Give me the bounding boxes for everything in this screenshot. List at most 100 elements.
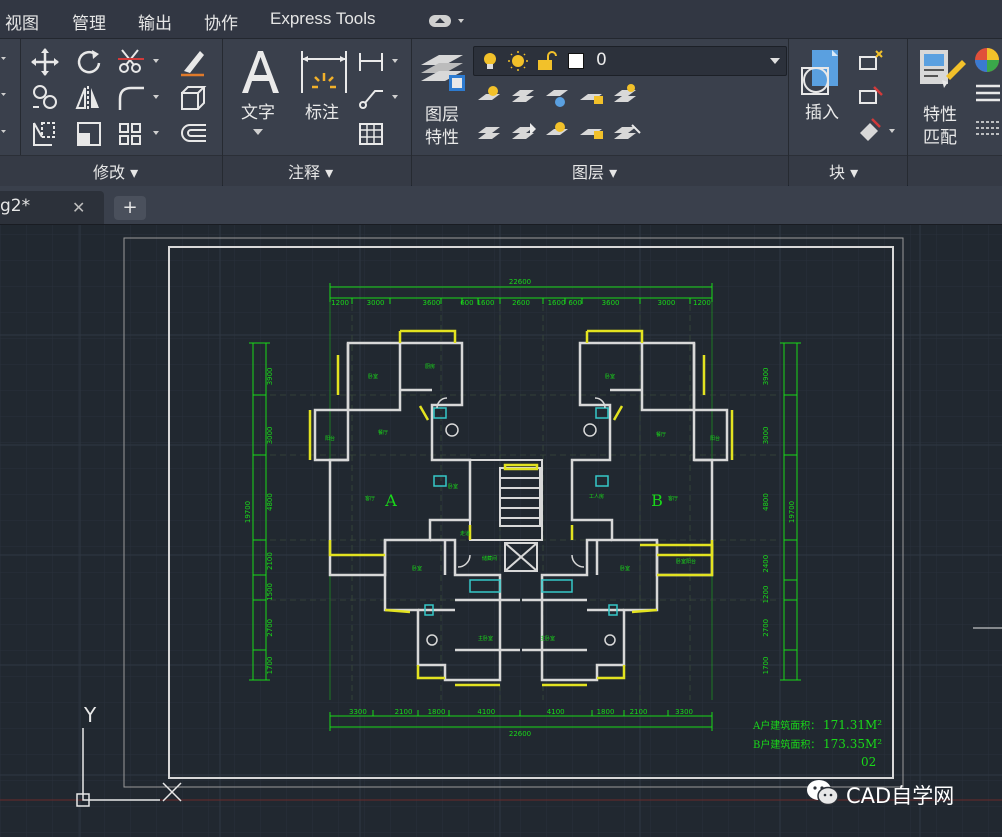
insert-block-icon[interactable] [798, 46, 850, 98]
menu-output[interactable]: 输出 [138, 9, 172, 34]
fillet-icon[interactable] [116, 83, 164, 113]
rightdims-label-0: 3900 [762, 367, 770, 385]
modify-panel-title[interactable]: 修改 ▾ [93, 159, 138, 185]
layers-panel-title[interactable]: 图层 ▾ [572, 159, 617, 185]
block-panel-title[interactable]: 块 ▾ [829, 159, 858, 185]
topdims-label-9: 3000 [657, 299, 675, 307]
leftdims-label-2: 4800 [266, 493, 274, 511]
scale-icon[interactable] [74, 119, 104, 149]
overall-width-top: 22600 [509, 278, 531, 286]
stretch-icon[interactable] [30, 119, 60, 149]
botdims-label-5: 1800 [597, 708, 615, 716]
offset-icon[interactable] [178, 119, 208, 149]
properties-tools-icons[interactable] [972, 46, 1002, 156]
rightdims-label-5: 2700 [762, 619, 770, 637]
rightdims-label-6: 1700 [762, 657, 770, 675]
document-tab-label[interactable]: g2* [0, 196, 30, 216]
svg-text:厨房: 厨房 [425, 363, 435, 370]
text-tool-label[interactable]: 文字 [241, 103, 275, 124]
rightdims-label-4: 1200 [762, 586, 770, 604]
array-icon[interactable] [116, 119, 164, 149]
unit-b-label: B [651, 491, 663, 510]
linear-dimension-icon[interactable] [357, 47, 403, 77]
rotate-icon[interactable] [74, 47, 104, 77]
topdims-label-3: 600 [460, 299, 473, 307]
svg-text:卧室: 卧室 [605, 373, 615, 380]
new-tab-button[interactable]: + [114, 196, 146, 220]
svg-text:卧室阳台: 卧室阳台 [676, 558, 696, 565]
layer-dropdown-arrow-icon[interactable] [769, 57, 781, 65]
sheet-number: 02 [861, 755, 876, 769]
3d-box-icon[interactable] [178, 83, 208, 113]
drawing-area: 卧室厨房 餐厅阳台 客厅卧室 主卧室卧室 走道储藏间 卧室餐厅 阳台客厅 卧室主… [0, 225, 1002, 837]
overall-height-right: 19700 [788, 501, 796, 523]
menu-manage[interactable]: 管理 [72, 9, 106, 34]
modify-overflow-icon [1, 57, 6, 133]
menu-collaborate[interactable]: 协作 [204, 9, 238, 34]
botdims-label-7: 3300 [675, 708, 693, 716]
overall-height-left: 19700 [244, 501, 252, 523]
svg-text:客厅: 客厅 [668, 495, 678, 502]
table-icon[interactable] [357, 119, 387, 149]
svg-text:卧室: 卧室 [368, 373, 378, 380]
watermark-text: CAD自学网 [846, 784, 955, 808]
layer-tools-row1-icons[interactable] [476, 84, 656, 112]
topdims-label-1: 3000 [367, 299, 385, 307]
area-b-value: 173.35M² [823, 737, 882, 751]
svg-text:餐厅: 餐厅 [378, 429, 388, 436]
botdims-label-3: 4100 [477, 708, 495, 716]
text-dropdown-icon[interactable] [252, 128, 264, 136]
svg-text:储藏间: 储藏间 [482, 555, 497, 562]
properties-panel-titlebar [908, 155, 1002, 186]
svg-text:主卧室: 主卧室 [478, 635, 493, 642]
svg-text:工人房: 工人房 [589, 493, 604, 500]
leftdims-label-6: 1700 [266, 657, 274, 675]
menu-view[interactable]: 视图 [5, 9, 39, 34]
layer-tools-row2-icons[interactable] [476, 119, 656, 147]
area-b-label: B户建筑面积： [753, 738, 820, 751]
leader-icon[interactable] [357, 83, 403, 113]
svg-text:阳台: 阳台 [710, 435, 720, 442]
drawing-canvas[interactable]: 卧室 厨房 餐厅 阳台 客厅 卧室 主卧室 卧室 走道 储藏间 卧室 餐厅 阳台 客厅 卧室主… [0, 225, 1002, 837]
svg-text:卧室: 卧室 [412, 565, 422, 572]
workspace-toggle-icon[interactable] [428, 13, 470, 29]
annotation-panel-title[interactable]: 注释 ▾ [288, 159, 333, 185]
area-a-label: A户建筑面积： [752, 719, 820, 732]
layer-state-icons [484, 51, 557, 71]
topdims-label-0: 1200 [331, 299, 349, 307]
erase-icon[interactable] [178, 47, 208, 77]
svg-text:客厅: 客厅 [365, 495, 375, 502]
trim-icon[interactable] [116, 47, 164, 77]
tab-close-icon[interactable]: ✕ [72, 198, 85, 217]
text-tool-icon[interactable] [238, 47, 282, 97]
botdims-label-2: 1800 [428, 708, 446, 716]
botdims-label-0: 3300 [349, 708, 367, 716]
copy-icon[interactable] [30, 83, 60, 113]
svg-text:走道: 走道 [460, 530, 470, 537]
topdims-label-8: 3600 [602, 299, 620, 307]
topdims-label-6: 1600 [548, 299, 566, 307]
ucs-y-label: Y [83, 703, 97, 727]
menu-express-tools[interactable]: Express Tools [270, 9, 376, 29]
topdims-label-2: 3600 [422, 299, 440, 307]
overall-width-bottom: 22600 [509, 730, 531, 738]
layer-properties-label[interactable]: 图层 特性 [425, 104, 459, 150]
match-properties-icon[interactable] [918, 46, 968, 98]
svg-text:阳台: 阳台 [325, 435, 335, 442]
svg-text:卧室: 卧室 [620, 565, 630, 572]
leftdims-label-3: 2100 [266, 552, 274, 570]
leftdims-label-1: 3000 [266, 426, 274, 444]
svg-text:餐厅: 餐厅 [656, 431, 666, 438]
layer-properties-icon[interactable] [419, 47, 469, 97]
menu-bar: 视图 管理 输出 协作 Express Tools [0, 0, 1002, 39]
mirror-icon[interactable] [74, 83, 104, 113]
dimension-tool-label[interactable]: 标注 [305, 103, 339, 124]
block-tools-icons[interactable] [856, 47, 900, 153]
dimension-tool-icon[interactable] [298, 47, 350, 97]
insert-block-label[interactable]: 插入 [805, 103, 839, 124]
match-properties-label[interactable]: 特性 匹配 [923, 104, 957, 150]
area-a-value: 171.31M² [823, 718, 882, 732]
layer-dropdown[interactable]: 0 [473, 46, 787, 76]
botdims-label-6: 2100 [630, 708, 648, 716]
move-icon[interactable] [30, 47, 60, 77]
